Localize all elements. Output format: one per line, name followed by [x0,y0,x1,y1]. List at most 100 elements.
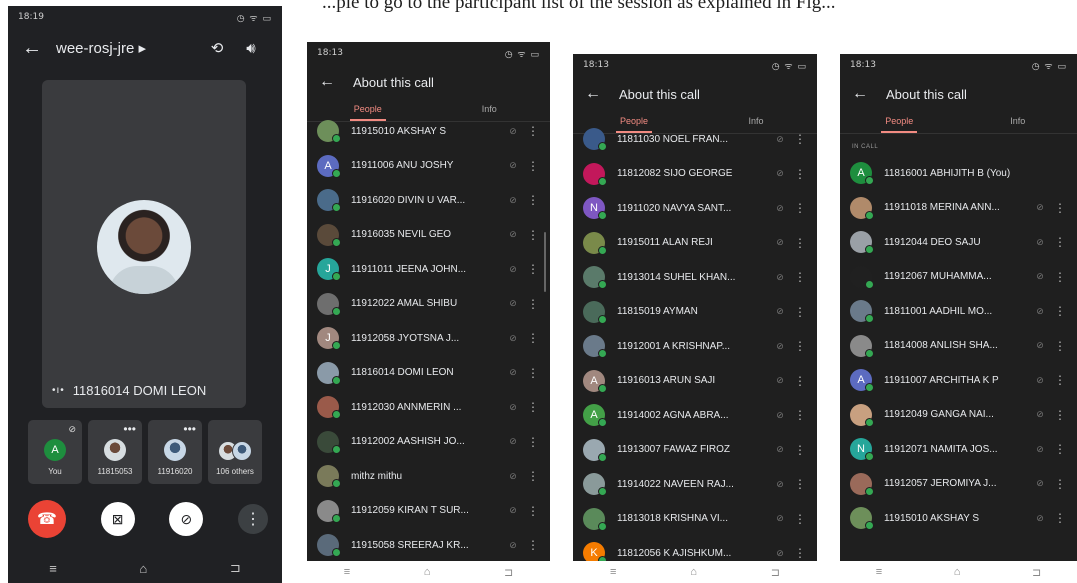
mic-off-icon[interactable]: ⊘ [767,134,793,145]
mic-off-icon[interactable]: ⊘ [1027,375,1053,386]
home-icon[interactable]: ⌂ [424,566,431,578]
participant-row[interactable]: A 11816001 ABHIJITH B (You) [840,156,1077,191]
participant-row[interactable]: 11912002 AASHISH JO... ⊘ ⋮ [307,425,550,460]
mic-off-icon[interactable]: ⊘ [500,367,526,378]
back-icon[interactable]: ⊐ [230,560,241,576]
back-arrow-icon[interactable]: ← [585,85,619,103]
participant-row[interactable]: 11915058 SREERAJ KR... ⊘ ⋮ [307,528,550,563]
more-options-icon[interactable]: ⋮ [1053,235,1067,249]
mic-off-icon[interactable]: ⊘ [767,513,793,524]
participant-row[interactable]: 11912022 AMAL SHIBU ⊘ ⋮ [307,287,550,322]
more-options-icon[interactable]: ⋮ [793,270,807,284]
more-options-icon[interactable]: ⋮ [793,236,807,250]
participant-row[interactable]: 11914022 NAVEEN RAJ... ⊘ ⋮ [573,467,817,502]
mic-off-icon[interactable]: ⊘ [1027,237,1053,248]
more-options-icon[interactable]: ⋮ [793,408,807,422]
more-options-icon[interactable]: ⋮ [1053,477,1067,491]
more-options-icon[interactable]: ⋮ [1053,408,1067,422]
back-arrow-icon[interactable]: ← [319,73,353,91]
participant-row[interactable]: 11912067 MUHAMMA... ⊘ ⋮ [840,260,1077,295]
more-options-icon[interactable]: ⋮ [526,331,540,345]
home-icon[interactable]: ⌂ [690,566,697,578]
participant-row[interactable]: 11912030 ANNMERIN ... ⊘ ⋮ [307,390,550,425]
home-icon[interactable]: ⌂ [139,561,147,576]
more-options-icon[interactable]: ••• [123,422,136,436]
participant-row[interactable]: A 11911006 ANU JOSHY ⊘ ⋮ [307,149,550,184]
mic-off-icon[interactable]: ⊘ [767,306,793,317]
participant-row[interactable]: 11815019 AYMAN ⊘ ⋮ [573,295,817,330]
more-options-button[interactable]: ⋮ [237,504,268,534]
more-options-icon[interactable]: ⋮ [793,339,807,353]
mic-off-icon[interactable]: ⊘ [1027,306,1053,317]
more-options-icon[interactable]: ⋮ [1053,304,1067,318]
mic-off-icon[interactable]: ⊘ [1027,444,1053,455]
participant-row[interactable]: J 11911011 JEENA JOHN... ⊘ ⋮ [307,252,550,287]
scrollbar[interactable] [544,232,546,292]
more-options-icon[interactable]: ⋮ [526,262,540,276]
meeting-code[interactable]: wee-rosj-jre ▸ [56,39,200,57]
participant-row[interactable]: N 11912071 NAMITA JOS... ⊘ ⋮ [840,432,1077,467]
menu-icon[interactable]: ≡ [610,566,616,578]
mic-off-icon[interactable]: ⊘ [1027,202,1053,213]
mic-off-icon[interactable]: ⊘ [500,298,526,309]
more-options-icon[interactable]: ⋮ [526,400,540,414]
switch-camera-icon[interactable]: ⟲ [200,39,234,57]
more-options-icon[interactable]: ⋮ [1053,201,1067,215]
mic-off-icon[interactable]: ⊘ [500,264,526,275]
mic-off-icon[interactable]: ⊘ [767,341,793,352]
participant-row[interactable]: 11813018 KRISHNA VI... ⊘ ⋮ [573,502,817,537]
participant-row[interactable]: 11816014 DOMI LEON ⊘ ⋮ [307,356,550,391]
mic-off-icon[interactable]: ⊘ [1027,271,1053,282]
more-options-icon[interactable]: ⋮ [793,201,807,215]
end-call-button[interactable]: ☎ [28,500,66,538]
more-options-icon[interactable]: ⋮ [1053,373,1067,387]
more-options-icon[interactable]: ⋮ [793,374,807,388]
back-icon[interactable]: ⊐ [504,566,513,579]
thumb-self[interactable]: ⊘ A You [28,420,82,484]
participant-row[interactable]: 11912059 KIRAN T SUR... ⊘ ⋮ [307,494,550,529]
thumb-others[interactable]: 106 others [208,420,262,484]
participant-row[interactable]: 11915011 ALAN REJI ⊘ ⋮ [573,226,817,261]
participant-row[interactable]: 11912049 GANGA NAI... ⊘ ⋮ [840,398,1077,433]
back-arrow-icon[interactable]: ← [22,37,56,60]
more-options-icon[interactable]: ⋮ [526,297,540,311]
more-options-icon[interactable]: ⋮ [793,443,807,457]
participant-row[interactable]: 11913007 FAWAZ FIROZ ⊘ ⋮ [573,433,817,468]
more-options-icon[interactable]: ⋮ [526,124,540,138]
participant-row[interactable]: 11916020 DIVIN U VAR... ⊘ ⋮ [307,183,550,218]
more-options-icon[interactable]: ⋮ [526,159,540,173]
more-options-icon[interactable]: ⋮ [526,469,540,483]
mic-off-icon[interactable]: ⊘ [1027,478,1053,489]
more-options-icon[interactable]: ⋮ [793,512,807,526]
menu-icon[interactable]: ≡ [876,566,882,578]
back-icon[interactable]: ⊐ [1032,566,1041,579]
thumb-participant[interactable]: ••• 11916020 [148,420,202,484]
mic-off-icon[interactable]: ⊘ [767,272,793,283]
participant-row[interactable]: 11811001 AADHIL MO... ⊘ ⋮ [840,294,1077,329]
menu-icon[interactable]: ≡ [49,561,57,576]
participant-row[interactable]: 11812082 SIJO GEORGE ⊘ ⋮ [573,157,817,192]
speaker-icon[interactable]: 🔊︎ [234,40,268,57]
participant-row[interactable]: 11913014 SUHEL KHAN... ⊘ ⋮ [573,260,817,295]
camera-off-button[interactable]: ⊠ [100,502,135,536]
mic-off-icon[interactable]: ⊘ [500,540,526,551]
back-arrow-icon[interactable]: ← [852,85,886,103]
more-options-icon[interactable]: ⋮ [1053,270,1067,284]
menu-icon[interactable]: ≡ [344,566,350,578]
thumb-participant[interactable]: ••• 11815053 [88,420,142,484]
participant-row[interactable]: mithz mithu ⊘ ⋮ [307,459,550,494]
more-options-icon[interactable]: ⋮ [793,167,807,181]
mic-off-icon[interactable]: ⊘ [500,333,526,344]
mic-off-icon[interactable]: ⊘ [767,479,793,490]
more-options-icon[interactable]: ⋮ [793,132,807,146]
mic-off-icon[interactable]: ⊘ [500,126,526,137]
mic-off-icon[interactable]: ⊘ [767,410,793,421]
tab-info[interactable]: Info [695,112,817,133]
mic-off-icon[interactable]: ⊘ [500,505,526,516]
main-video-tile[interactable]: •ı• 11816014 DOMI LEON [42,80,246,408]
mic-off-icon[interactable]: ⊘ [767,203,793,214]
participant-row[interactable]: A 11914002 AGNA ABRA... ⊘ ⋮ [573,398,817,433]
participant-row[interactable]: 11912057 JEROMIYA J... ⊘ ⋮ [840,467,1077,502]
more-options-icon[interactable]: ⋮ [526,504,540,518]
participant-row[interactable]: N 11911020 NAVYA SANT... ⊘ ⋮ [573,191,817,226]
